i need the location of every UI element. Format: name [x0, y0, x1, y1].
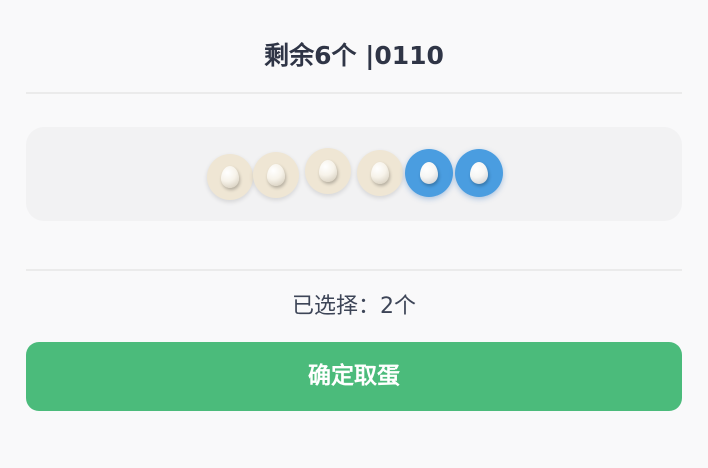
egg-item-3[interactable]: [305, 148, 351, 194]
egg-icon: [221, 166, 239, 188]
egg-item-1[interactable]: [207, 154, 253, 200]
divider-bottom: [26, 269, 682, 271]
egg-item-4[interactable]: [357, 150, 403, 196]
egg-panel: [26, 127, 682, 221]
egg-icon: [267, 164, 285, 186]
egg-icon: [319, 160, 337, 182]
egg-item-6[interactable]: [455, 149, 503, 197]
egg-icon: [420, 162, 438, 184]
confirm-take-egg-button[interactable]: 确定取蛋: [26, 342, 682, 411]
egg-icon: [371, 162, 389, 184]
divider-top: [26, 92, 682, 94]
page-title: 剩余6个 |0110: [264, 41, 444, 70]
egg-icon: [470, 162, 488, 184]
selected-count-text: 已选择：2个: [292, 294, 416, 319]
egg-item-5[interactable]: [405, 149, 453, 197]
egg-item-2[interactable]: [253, 152, 299, 198]
egg-picker-page: 剩余6个 |0110 已选择：2个 确定取蛋: [0, 0, 708, 468]
